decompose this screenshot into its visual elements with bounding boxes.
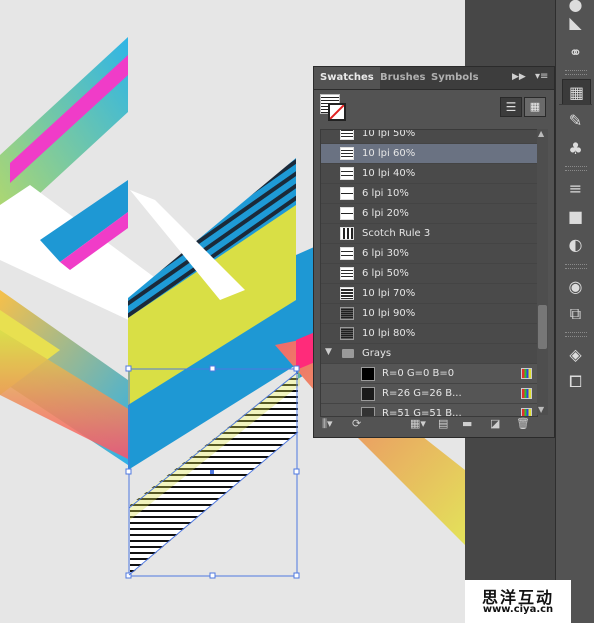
brush-icon[interactable]: ✎ — [562, 108, 589, 132]
swatch-row[interactable]: R=26 G=26 B... — [321, 384, 537, 404]
swatch-label: 6 lpi 50% — [362, 268, 409, 279]
panel-grip[interactable] — [565, 70, 587, 75]
tab-swatches[interactable]: Swatches — [314, 67, 380, 89]
swatch-label: 10 lpi 70% — [362, 288, 416, 299]
pattern-thumb — [340, 267, 354, 280]
tab-symbols[interactable]: Symbols — [425, 67, 485, 89]
scroll-thumb[interactable] — [538, 305, 547, 349]
panel-menu-icon[interactable]: ▾≡ — [535, 71, 548, 82]
panel-dock-toolbar: ● ◣ ⚭ ▦ ✎ ♣ ≡ ■ ◐ ◉ ⧉ ◈ ⧠ — [555, 0, 594, 623]
stroke-icon[interactable]: ≡ — [562, 176, 589, 200]
collapse-icon[interactable]: ▶▶ — [512, 72, 526, 82]
swatch-label: 6 lpi 20% — [362, 208, 409, 219]
color-thumb — [361, 387, 375, 401]
list-view-icon[interactable]: ☰ — [500, 97, 522, 117]
show-swatch-kinds-icon[interactable]: ▦▾ — [410, 417, 426, 430]
panel-tabs: Swatches Brushes Symbols ▶▶ ▾≡ — [314, 67, 554, 90]
thumbnail-view-icon[interactable]: ▦ — [524, 97, 546, 117]
graphic-styles-icon[interactable]: ⧉ — [562, 302, 589, 326]
watermark: 思洋互动 www.ciya.cn — [465, 580, 571, 623]
symbol-icon[interactable]: ♣ — [562, 136, 589, 160]
artboards-icon[interactable]: ⧠ — [562, 370, 589, 394]
swatch-row[interactable]: 10 lpi 70% — [321, 284, 537, 304]
tab-brushes[interactable]: Brushes — [374, 67, 431, 89]
color-guide-icon[interactable]: ◣ — [562, 10, 589, 34]
swatch-label: R=0 G=0 B=0 — [382, 368, 455, 379]
color-guide-icon[interactable]: ● — [562, 0, 589, 14]
new-color-group-icon[interactable]: ▬ — [462, 417, 472, 430]
swatch-label: 10 lpi 50% — [362, 129, 416, 139]
delete-icon[interactable]: 🗑 — [516, 417, 530, 430]
view-options-row: ☰ ▦ — [314, 89, 554, 127]
layers-icon[interactable]: ◈ — [562, 342, 589, 366]
swatch-row[interactable]: 10 lpi 40% — [321, 164, 537, 184]
swatch-label: 6 lpi 30% — [362, 248, 409, 259]
disclosure-triangle-icon[interactable]: ▼ — [325, 347, 332, 357]
pattern-thumb — [340, 227, 354, 240]
swatch-libraries-icon[interactable]: ⫼▾ — [322, 417, 333, 431]
swatch-label: Scotch Rule 3 — [362, 228, 431, 239]
swatch-row[interactable]: 6 lpi 30% — [321, 244, 537, 264]
swatch-options-icon[interactable]: ▤ — [438, 417, 448, 430]
pattern-thumb — [340, 167, 354, 180]
swatch-row-selected[interactable]: 10 lpi 60% — [321, 144, 537, 164]
swatch-label: 10 lpi 80% — [362, 328, 416, 339]
swatch-label: 10 lpi 40% — [362, 168, 416, 179]
new-swatch-icon[interactable]: ◪ — [490, 417, 500, 430]
panel-grip[interactable] — [565, 332, 587, 337]
color-thumb — [361, 367, 375, 381]
group-label: Grays — [362, 348, 392, 359]
place-swatch-icon[interactable]: ⟳ — [352, 417, 361, 430]
pattern-thumb — [340, 327, 354, 340]
swatch-list: 10 lpi 50% 10 lpi 60% 10 lpi 40% 6 lpi 1… — [320, 129, 538, 417]
appearance-icon[interactable]: ◉ — [562, 274, 589, 298]
swatch-label: 10 lpi 60% — [362, 148, 416, 159]
swatch-row[interactable]: R=0 G=0 B=0 — [321, 364, 537, 384]
swatch-label: 10 lpi 90% — [362, 308, 416, 319]
scrollbar[interactable]: ▲ ▼ — [537, 129, 548, 415]
scroll-up-icon[interactable]: ▲ — [538, 129, 544, 138]
swatch-label: R=26 G=26 B... — [382, 388, 462, 399]
process-color-icon — [521, 368, 532, 379]
swatches-panel: Swatches Brushes Symbols ▶▶ ▾≡ ☰ ▦ 10 lp… — [313, 66, 555, 438]
swatch-row[interactable]: 10 lpi 90% — [321, 304, 537, 324]
swatch-row[interactable]: 6 lpi 10% — [321, 184, 537, 204]
transparency-icon[interactable]: ◐ — [562, 232, 589, 256]
panel-grip[interactable] — [565, 264, 587, 269]
pattern-thumb — [340, 187, 354, 200]
pattern-thumb — [340, 130, 354, 140]
pattern-thumb — [340, 287, 354, 300]
swatch-row[interactable]: Scotch Rule 3 — [321, 224, 537, 244]
swatch-row[interactable]: 10 lpi 50% — [321, 129, 537, 144]
swatches-icon[interactable]: ▦ — [562, 79, 591, 105]
color-group-row[interactable]: ▼ Grays — [321, 344, 537, 364]
gradient-icon[interactable]: ■ — [562, 204, 589, 228]
link-icon[interactable]: ⚭ — [562, 40, 589, 64]
pattern-thumb — [340, 247, 354, 260]
watermark-url: www.ciya.cn — [482, 604, 554, 615]
pattern-thumb — [340, 207, 354, 220]
panel-grip[interactable] — [565, 166, 587, 171]
process-color-icon — [521, 388, 532, 399]
swatch-row[interactable]: 6 lpi 50% — [321, 264, 537, 284]
panel-footer: ⫼▾ ⟳ ▦▾ ▤ ▬ ◪ 🗑 — [314, 411, 554, 437]
swatch-row[interactable]: 10 lpi 80% — [321, 324, 537, 344]
pattern-thumb — [340, 147, 354, 160]
swatch-row[interactable]: 6 lpi 20% — [321, 204, 537, 224]
stroke-swatch-icon[interactable] — [328, 103, 346, 121]
pattern-thumb — [340, 307, 354, 320]
swatch-label: 6 lpi 10% — [362, 188, 409, 199]
folder-icon — [342, 349, 354, 358]
